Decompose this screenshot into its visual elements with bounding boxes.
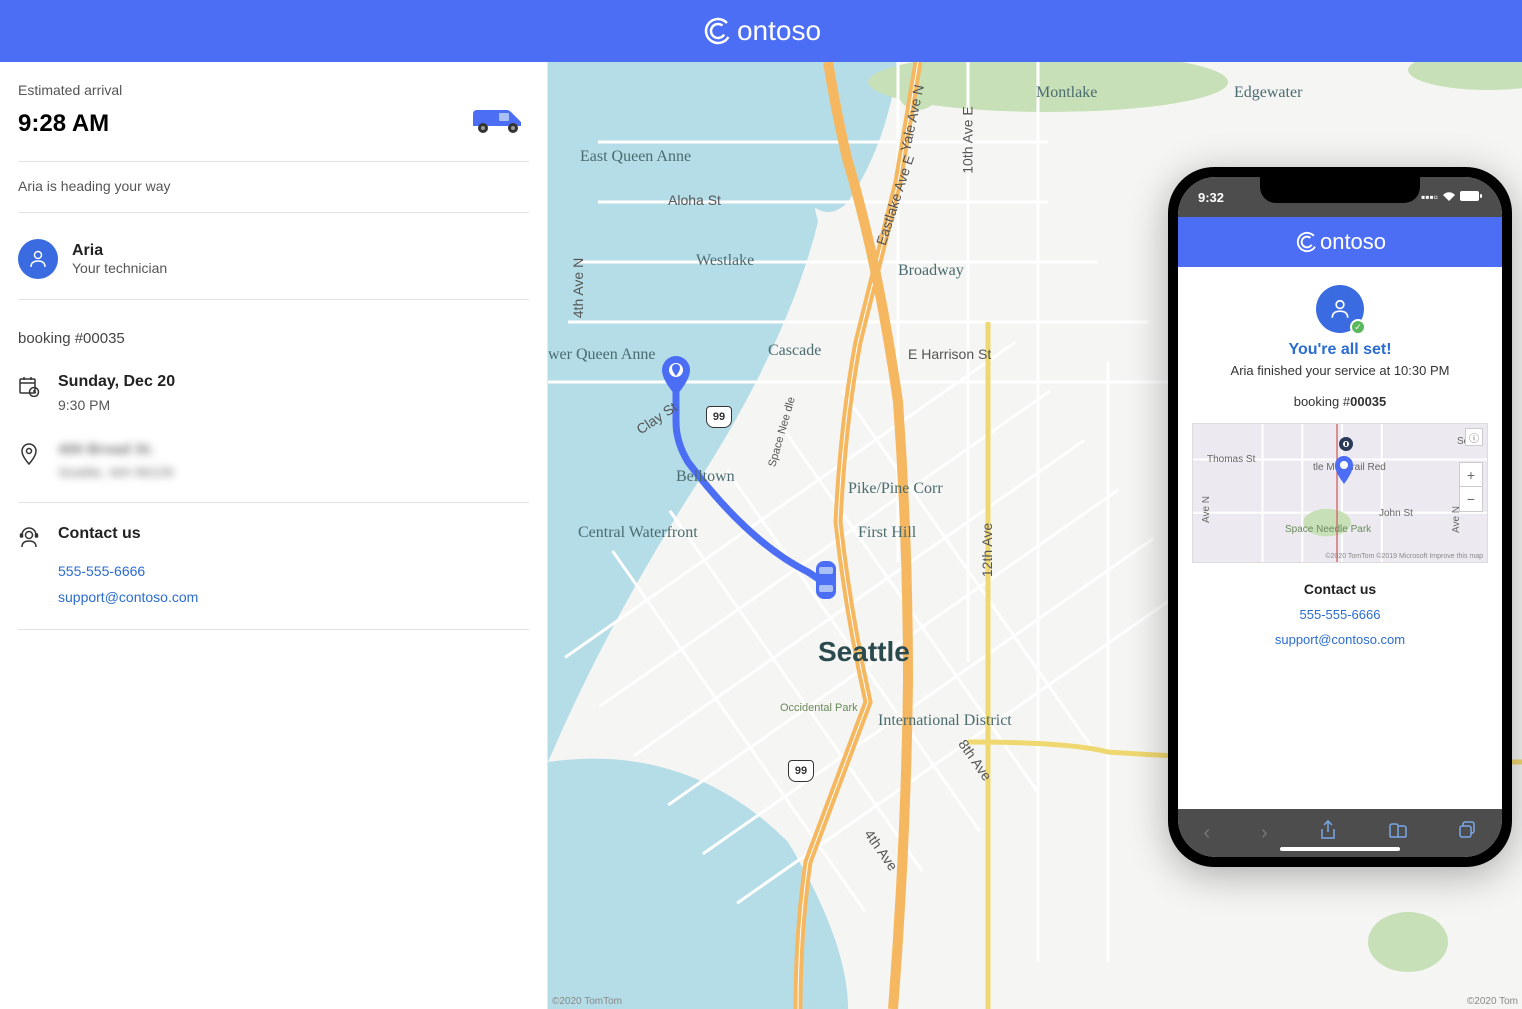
map-city-label: Seattle bbox=[818, 636, 910, 668]
van-icon bbox=[469, 104, 529, 143]
map-street-label: Aloha St bbox=[668, 192, 721, 208]
contact-phone-link[interactable]: 555-555-6666 bbox=[58, 563, 529, 579]
map-attribution: ©2020 Tom bbox=[1467, 996, 1518, 1007]
nav-back-button[interactable]: ‹ bbox=[1203, 822, 1210, 845]
booking-date: Sunday, Dec 20 bbox=[58, 373, 175, 391]
tabs-icon[interactable] bbox=[1458, 821, 1476, 845]
zoom-control: + − bbox=[1459, 462, 1483, 512]
brand-text: ontoso bbox=[737, 15, 821, 47]
phone-clock: 9:32 bbox=[1198, 190, 1224, 205]
map-label: Pike/Pine Corr bbox=[848, 480, 943, 498]
phone-booking-number: booking #00035 bbox=[1192, 394, 1488, 409]
signal-icon: ▪▪▪▫ bbox=[1421, 190, 1438, 204]
technician-row: Aria Your technician bbox=[18, 229, 529, 299]
technician-role: Your technician bbox=[72, 260, 167, 276]
phone-header: ontoso bbox=[1178, 217, 1502, 267]
map-label: East Queen Anne bbox=[580, 148, 691, 166]
map-label: Montlake bbox=[1036, 84, 1097, 102]
home-indicator[interactable] bbox=[1280, 847, 1400, 851]
address-line2: Seattle, WA 98109 bbox=[58, 464, 173, 480]
tracking-map[interactable]: Montlake Edgewater East Queen Anne Westl… bbox=[548, 62, 1522, 1009]
wifi-icon bbox=[1442, 190, 1456, 204]
brand-logo: ontoso bbox=[701, 14, 821, 48]
vehicle-icon bbox=[810, 557, 842, 603]
map-info-button[interactable]: ⓘ bbox=[1465, 428, 1483, 446]
map-attribution: ©2020 TomTom ©2019 Microsoft Improve thi… bbox=[1325, 553, 1483, 560]
avatar-icon bbox=[18, 239, 58, 279]
phone-status-icons: ▪▪▪▫ bbox=[1421, 190, 1482, 204]
phone-map[interactable]: Thomas St tle Monorail Red Space Needle … bbox=[1192, 423, 1488, 563]
confirmation-title: You're all set! bbox=[1192, 341, 1488, 359]
share-icon[interactable] bbox=[1319, 820, 1337, 846]
brand-text: ontoso bbox=[1320, 229, 1386, 255]
hwy-shield-icon: 99 bbox=[788, 760, 814, 782]
booking-number: booking #00035 bbox=[18, 316, 529, 367]
map-label: Central Waterfront bbox=[578, 524, 698, 542]
zoom-in-button[interactable]: + bbox=[1460, 463, 1482, 487]
booking-time: 9:30 PM bbox=[58, 397, 175, 413]
phone-notch bbox=[1260, 177, 1420, 203]
map-label: First Hill bbox=[858, 524, 916, 542]
confirmation-desc: Aria finished your service at 10:30 PM bbox=[1192, 363, 1488, 378]
contact-email-link[interactable]: support@contoso.com bbox=[1192, 632, 1488, 647]
map-label: Broadway bbox=[898, 262, 964, 280]
arrival-time: 9:28 AM bbox=[18, 110, 109, 138]
avatar-icon: ✓ bbox=[1316, 285, 1364, 333]
calendar-icon bbox=[18, 375, 40, 397]
map-street-label: Ave N bbox=[1201, 496, 1212, 523]
logo-c-icon bbox=[1294, 229, 1320, 255]
nav-forward-button[interactable]: › bbox=[1261, 822, 1268, 845]
booking-datetime-row: Sunday, Dec 20 9:30 PM bbox=[18, 367, 529, 435]
origin-pin-icon bbox=[660, 356, 692, 388]
contact-phone-link[interactable]: 555-555-6666 bbox=[1192, 607, 1488, 622]
map-label: wer Queen Anne bbox=[548, 346, 656, 364]
contact-title: Contact us bbox=[58, 525, 141, 543]
address-line1: 400 Broad St. bbox=[58, 441, 173, 458]
map-label: Edgewater bbox=[1234, 84, 1302, 102]
logo-c-icon bbox=[701, 14, 735, 48]
map-label: International District bbox=[878, 712, 1012, 730]
battery-icon bbox=[1460, 190, 1482, 204]
arrival-label: Estimated arrival bbox=[18, 82, 529, 98]
map-street-label: Thomas St bbox=[1207, 454, 1255, 465]
booking-address-row: 400 Broad St. Seattle, WA 98109 bbox=[18, 435, 529, 502]
contact-title: Contact us bbox=[1192, 581, 1488, 597]
arrival-status: Aria is heading your way bbox=[18, 178, 529, 212]
map-label: Westlake bbox=[696, 252, 754, 270]
map-street-label: 10th Ave E bbox=[960, 106, 976, 173]
map-label: Cascade bbox=[768, 342, 821, 360]
headset-icon bbox=[18, 527, 40, 549]
map-label: Belltown bbox=[676, 468, 735, 486]
check-badge-icon: ✓ bbox=[1350, 319, 1366, 335]
map-park-label: Occidental Park bbox=[780, 702, 858, 714]
app-header: ontoso bbox=[0, 0, 1522, 62]
map-attribution: ©2020 TomTom bbox=[552, 996, 622, 1007]
phone-mockup: 9:32 ▪▪▪▫ bbox=[1168, 167, 1512, 867]
map-street-label: John St bbox=[1379, 508, 1413, 519]
bookmarks-icon[interactable] bbox=[1388, 822, 1408, 845]
map-park-label: Space Needle Park bbox=[1285, 524, 1371, 535]
phone-content: ✓ You're all set! Aria finished your ser… bbox=[1178, 267, 1502, 675]
location-pin-icon bbox=[1333, 456, 1355, 489]
zoom-out-button[interactable]: − bbox=[1460, 487, 1482, 511]
map-street-label: 4th Ave N bbox=[570, 258, 586, 318]
technician-name: Aria bbox=[72, 242, 167, 260]
tracking-panel: Estimated arrival 9:28 AM Aria is headin… bbox=[0, 62, 548, 1009]
map-street-label: E Harrison St bbox=[908, 346, 991, 362]
map-street-label: 12th Ave bbox=[979, 523, 995, 577]
hwy-shield-icon: 99 bbox=[706, 406, 732, 428]
contact-email-link[interactable]: support@contoso.com bbox=[58, 589, 529, 605]
location-pin-icon bbox=[18, 443, 40, 465]
